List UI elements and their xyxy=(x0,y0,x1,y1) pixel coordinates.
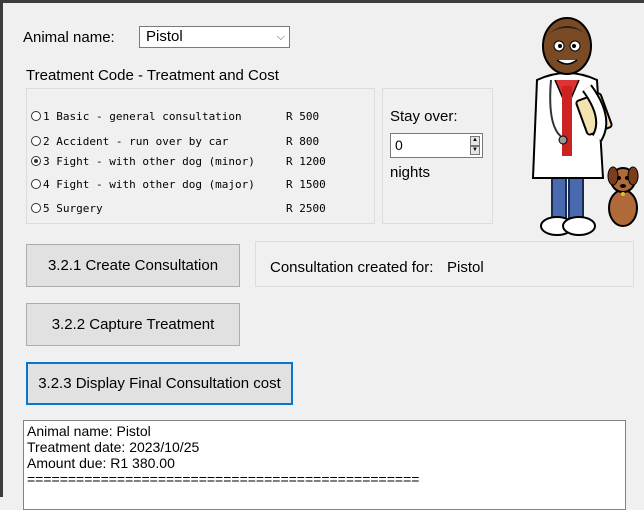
spin-down-icon[interactable]: ▼ xyxy=(470,145,480,155)
treatment-option-label: 4 Fight - with other dog (major) xyxy=(43,177,255,191)
nights-value: 0 xyxy=(395,137,403,153)
nights-spinner[interactable]: 0 ▲ ▼ xyxy=(390,133,483,158)
treatment-option-cost: R 1500 xyxy=(286,177,326,191)
vet-doctor-illustration xyxy=(531,17,639,236)
treatment-option-5[interactable]: 5 Surgery R 2500 xyxy=(31,198,326,218)
treatment-option-label: 3 Fight - with other dog (minor) xyxy=(43,154,255,168)
nights-label: nights xyxy=(390,164,431,181)
radio-button-4[interactable] xyxy=(31,179,41,189)
treatment-heading: Treatment Code - Treatment and Cost xyxy=(26,67,279,84)
display-final-cost-button[interactable]: 3.2.3 Display Final Consultation cost xyxy=(26,362,293,405)
consultation-status-value: Pistol xyxy=(447,259,484,276)
chevron-down-icon[interactable]: ⌵ xyxy=(277,27,285,47)
radio-button-5[interactable] xyxy=(31,203,41,213)
treatment-option-4[interactable]: 4 Fight - with other dog (major) R 1500 xyxy=(31,174,326,194)
animal-name-label: Animal name: xyxy=(23,29,115,46)
treatment-option-label: 2 Accident - run over by car xyxy=(43,134,229,148)
output-line: Amount due: R1 380.00 xyxy=(27,455,175,471)
spin-up-icon[interactable]: ▲ xyxy=(470,136,480,146)
stay-over-label: Stay over: xyxy=(390,108,458,125)
create-consultation-button[interactable]: 3.2.1 Create Consultation xyxy=(26,244,240,287)
output-line: Treatment date: 2023/10/25 xyxy=(27,439,200,455)
consultation-status-panel: Consultation created for: Pistol xyxy=(255,241,634,287)
output-line: Animal name: Pistol xyxy=(27,423,151,439)
treatment-option-label: 5 Surgery xyxy=(43,201,103,215)
treatment-option-2[interactable]: 2 Accident - run over by car R 800 xyxy=(31,131,319,151)
treatment-option-cost: R 1200 xyxy=(286,154,326,168)
treatment-option-cost: R 500 xyxy=(286,109,320,123)
output-line: ========================================… xyxy=(27,471,420,487)
radio-button-2[interactable] xyxy=(31,136,41,146)
treatment-option-label: 1 Basic - general consultation xyxy=(43,109,242,123)
treatment-option-3[interactable]: 3 Fight - with other dog (minor) R 1200 xyxy=(31,151,326,171)
treatment-option-1[interactable]: 1 Basic - general consultation R 500 xyxy=(31,106,319,126)
radio-button-1[interactable] xyxy=(31,111,41,121)
animal-name-combobox[interactable]: Pistol ⌵ xyxy=(139,26,290,48)
capture-treatment-button[interactable]: 3.2.2 Capture Treatment xyxy=(26,303,240,346)
radio-button-3[interactable] xyxy=(31,156,41,166)
treatment-option-cost: R 2500 xyxy=(286,201,326,215)
consultation-status-label: Consultation created for: xyxy=(270,259,434,276)
treatment-option-cost: R 800 xyxy=(286,134,320,148)
animal-name-value: Pistol xyxy=(146,28,183,45)
